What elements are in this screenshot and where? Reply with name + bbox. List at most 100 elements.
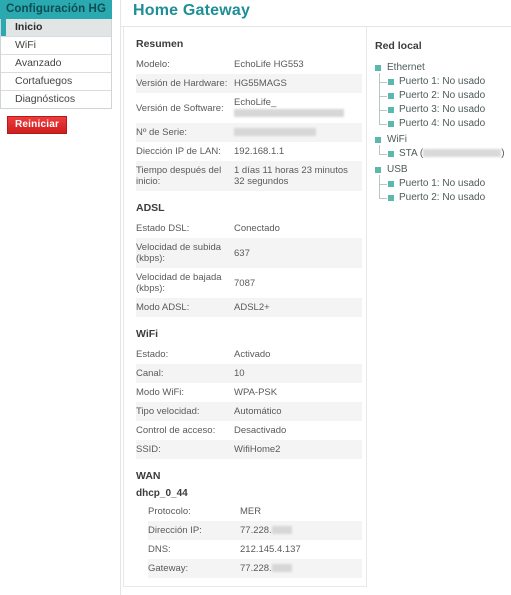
row-key: Estado DSL: (136, 223, 190, 234)
row-value: EchoLife_ (234, 93, 362, 123)
row-key: Diección IP de LAN: (136, 146, 221, 157)
sidebar-item-label: Diagnósticos (15, 93, 76, 105)
row-key: Gateway: (148, 559, 240, 578)
table-row: Estado: Activado (136, 345, 362, 364)
node-square-icon (375, 65, 381, 71)
table-row: Diección IP de LAN: 192.168.1.1 (136, 142, 362, 161)
row-key: DNS: (148, 544, 171, 555)
tree-root-label: USB (387, 164, 408, 175)
sidebar-title: Configuración HG (0, 0, 112, 19)
table-row: Versión de Software: EchoLife_ (136, 93, 362, 123)
tree-child-label: STA ( (399, 148, 424, 159)
row-key: Protocolo: (148, 506, 191, 517)
sidebar-item-diagnosticos[interactable]: Diagnósticos (1, 91, 111, 108)
tree-child-label: Puerto 2: No usado (399, 90, 486, 101)
sidebar-item-label: WiFi (15, 39, 36, 51)
row-key: Modo WiFi: (136, 387, 185, 398)
resumen-table: Modelo: EchoLife HG553 Versión de Hardwa… (136, 55, 362, 191)
list-item: Puerto 1: No usado (379, 75, 511, 89)
red-local-title: Red local (375, 40, 422, 52)
row-key: Velocidad de subida (kbps): (136, 238, 234, 268)
redacted-value (271, 526, 292, 534)
table-row: Tipo velocidad: Automático (136, 402, 362, 421)
row-key: Control de acceso: (136, 425, 216, 436)
node-square-icon (388, 181, 394, 187)
sidebar-item-inicio[interactable]: Inicio (1, 19, 111, 37)
table-row: Gateway: 77.228. (148, 559, 362, 578)
row-value: Conectado (234, 223, 280, 234)
table-row: Velocidad de subida (kbps): 637 (136, 238, 362, 268)
table-row: Estado DSL: Conectado (136, 219, 362, 238)
row-key: Tiempo después del inicio: (136, 161, 234, 191)
row-value: Desactivado (234, 425, 287, 436)
sidebar-item-avanzado[interactable]: Avanzado (1, 55, 111, 73)
sidebar-item-wifi[interactable]: WiFi (1, 37, 111, 55)
row-key: Modelo: (136, 59, 170, 70)
adsl-table: Estado DSL: Conectado Velocidad de subid… (136, 219, 362, 317)
row-value: 7087 (234, 277, 256, 289)
table-row: Nº de Serie: (136, 123, 362, 142)
row-key: Estado: (136, 349, 169, 360)
row-value: HG55MAGS (234, 74, 362, 93)
row-value: WifiHome2 (234, 440, 362, 459)
row-value-text: 77.228. (240, 563, 272, 574)
reset-button-container: Reiniciar (0, 116, 112, 134)
row-key: Nº de Serie: (136, 123, 234, 142)
redacted-value (423, 149, 502, 157)
tree-child-label-suffix: ) (501, 148, 505, 159)
table-row: SSID: WifiHome2 (136, 440, 362, 459)
list-item: Puerto 4: No usado (379, 117, 511, 131)
list-item: Puerto 2: No usado (379, 191, 511, 205)
row-value: 1 días 11 horas 23 minutos 32 segundos (234, 161, 362, 191)
row-key: Velocidad de bajada (kbps): (136, 272, 222, 294)
table-row: Protocolo: MER (148, 502, 362, 521)
content-area: Resumen Modelo: EchoLife HG553 Versión d… (121, 27, 511, 595)
sidebar-menu: Inicio WiFi Avanzado Cortafuegos Diagnós… (0, 19, 112, 109)
table-row: Canal: 10 (136, 364, 362, 383)
sidebar: Configuración HG Inicio WiFi Avanzado Co… (0, 0, 112, 134)
red-local-panel: Red local Ethernet Puerto 1: No usado Pu… (375, 40, 511, 207)
table-row: Dirección IP: 77.228. (148, 521, 362, 540)
row-value-text: EchoLife_ (234, 97, 277, 108)
row-value: WPA-PSK (234, 387, 278, 398)
row-value: Automático (234, 402, 362, 421)
table-row: DNS: 212.145.4.137 (148, 540, 362, 559)
table-row: Control de acceso: Desactivado (136, 421, 362, 440)
redacted-value (234, 109, 344, 117)
summary-panel: Resumen Modelo: EchoLife HG553 Versión d… (123, 27, 367, 587)
row-value: Activado (234, 349, 271, 360)
reiniciar-button[interactable]: Reiniciar (7, 116, 68, 134)
tree-root-label: WiFi (387, 134, 407, 145)
node-square-icon (388, 79, 394, 85)
tree-group-wifi: WiFi STA () (375, 133, 511, 161)
redacted-value (271, 564, 292, 572)
table-row: Modelo: EchoLife HG553 (136, 55, 362, 74)
sidebar-item-cortafuegos[interactable]: Cortafuegos (1, 73, 111, 91)
page-title: Home Gateway (133, 2, 251, 19)
table-row: Versión de Hardware: HG55MAGS (136, 74, 362, 93)
wan-table: Protocolo: MER Dirección IP: 77.228. DNS… (148, 502, 362, 578)
row-key: Versión de Hardware: (136, 74, 234, 93)
row-key: SSID: (136, 440, 234, 459)
redacted-value (234, 128, 316, 136)
tree-child-label: Puerto 3: No usado (399, 104, 486, 115)
row-value: 212.145.4.137 (240, 544, 301, 555)
table-row: Modo WiFi: WPA-PSK (136, 383, 362, 402)
row-value-text: 77.228. (240, 525, 272, 536)
tree-child-label: Puerto 1: No usado (399, 76, 486, 87)
list-item: Puerto 2: No usado (379, 89, 511, 103)
list-item: STA () (379, 147, 511, 161)
sidebar-item-label: Avanzado (15, 57, 62, 69)
row-key: Dirección IP: (148, 521, 240, 540)
table-row: Velocidad de bajada (kbps): 7087 (136, 268, 362, 298)
list-item: Puerto 1: No usado (379, 177, 511, 191)
row-value: MER (240, 506, 262, 517)
row-key: Versión de Software: (136, 102, 224, 114)
row-value: ADSL2+ (234, 298, 362, 317)
section-title-adsl: ADSL (136, 202, 165, 214)
node-square-icon (388, 107, 394, 113)
section-title-wifi: WiFi (136, 328, 159, 340)
node-square-icon (388, 151, 394, 157)
tree-root-wifi: WiFi (375, 133, 511, 147)
tree-root-ethernet: Ethernet (375, 61, 511, 75)
